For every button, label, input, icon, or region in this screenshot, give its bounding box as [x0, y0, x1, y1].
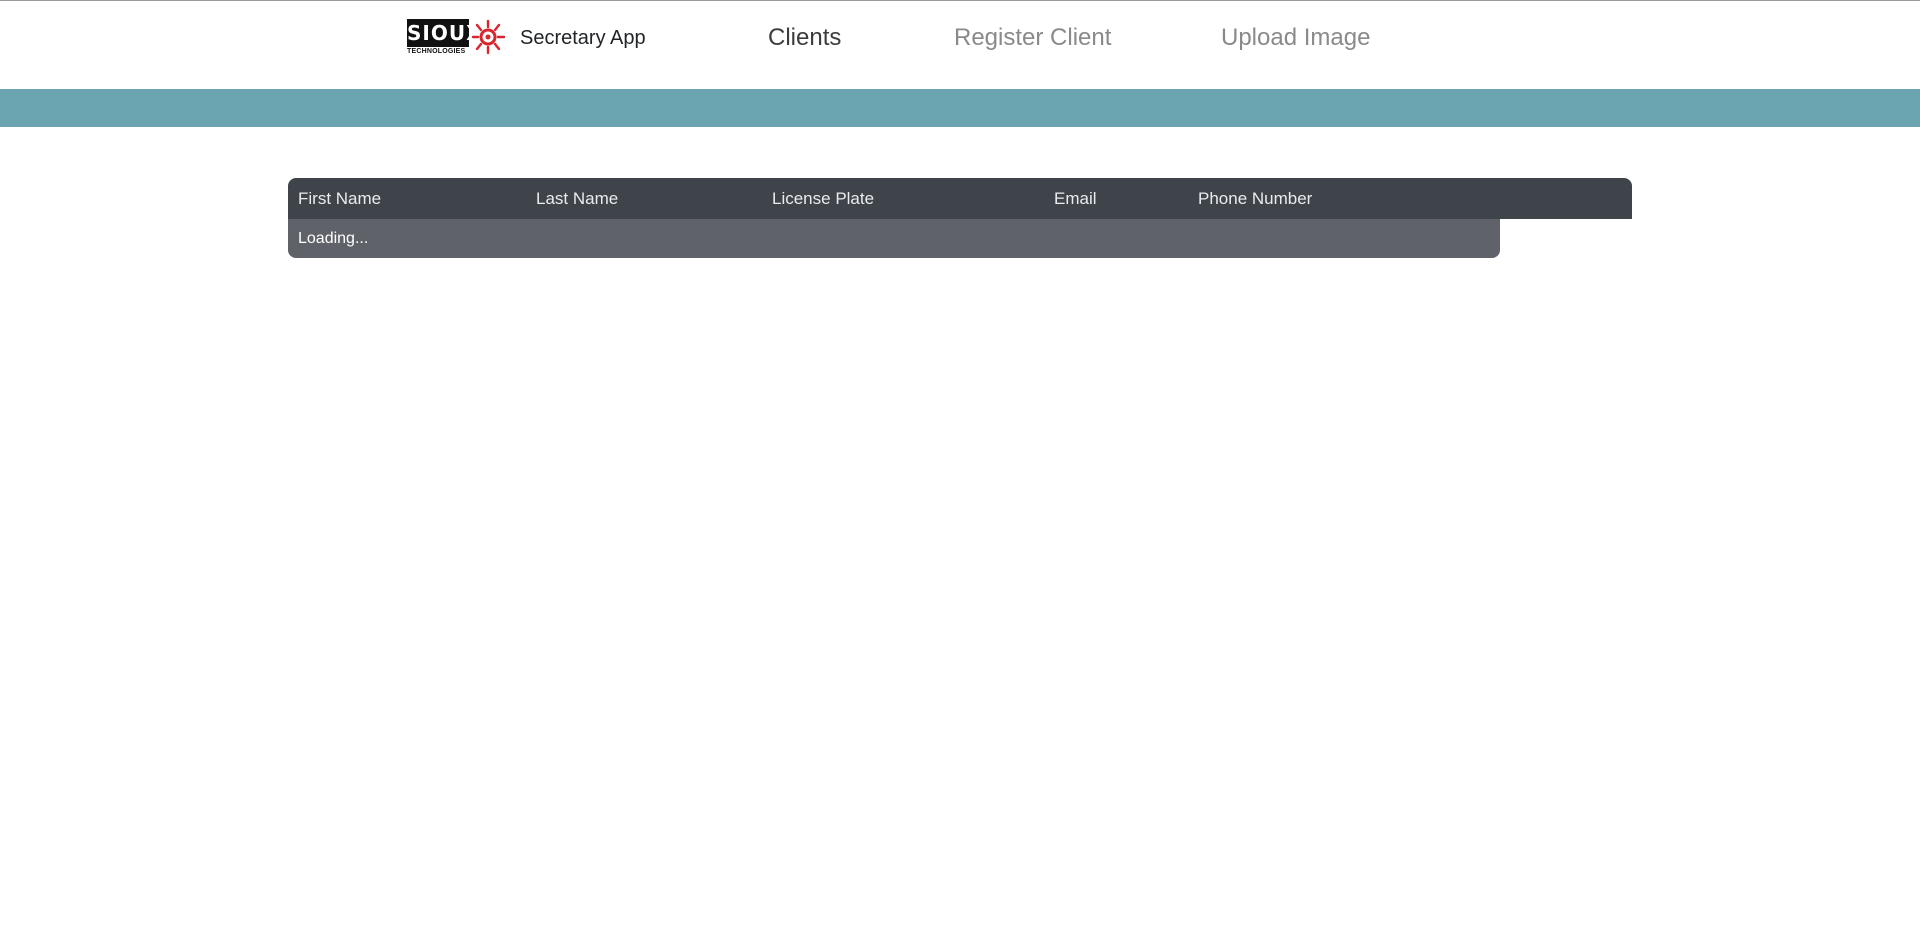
logo-subtext: TECHNOLOGIES: [407, 48, 466, 55]
column-header-phone-number: Phone Number: [1198, 189, 1313, 208]
navbar: SIOUX TECHNOLOGIES Secretary App Clients: [0, 1, 1920, 89]
nav-upload-image-link[interactable]: Upload Image: [1221, 21, 1370, 55]
column-header-license-plate: License Plate: [772, 189, 875, 208]
brand-link[interactable]: SIOUX TECHNOLOGIES Secretary App: [407, 18, 646, 58]
clients-table-header: First Name Last Name License Plate Email…: [288, 178, 1632, 219]
column-header-first-name: First Name: [298, 189, 382, 208]
nav-register-client-link[interactable]: Register Client: [954, 21, 1111, 55]
clients-table-body: Loading...: [288, 219, 1500, 258]
loading-status: Loading...: [298, 230, 369, 247]
logo-wordmark: SIOUX: [407, 19, 483, 47]
header-banner: [0, 89, 1920, 127]
app-title: Secretary App: [520, 27, 646, 49]
nav-clients-link[interactable]: Clients: [768, 21, 841, 55]
sioux-logo: SIOUX TECHNOLOGIES: [407, 18, 505, 58]
sun-logo-icon: [471, 19, 505, 55]
column-header-last-name: Last Name: [536, 189, 619, 208]
column-header-email: Email: [1054, 189, 1097, 208]
